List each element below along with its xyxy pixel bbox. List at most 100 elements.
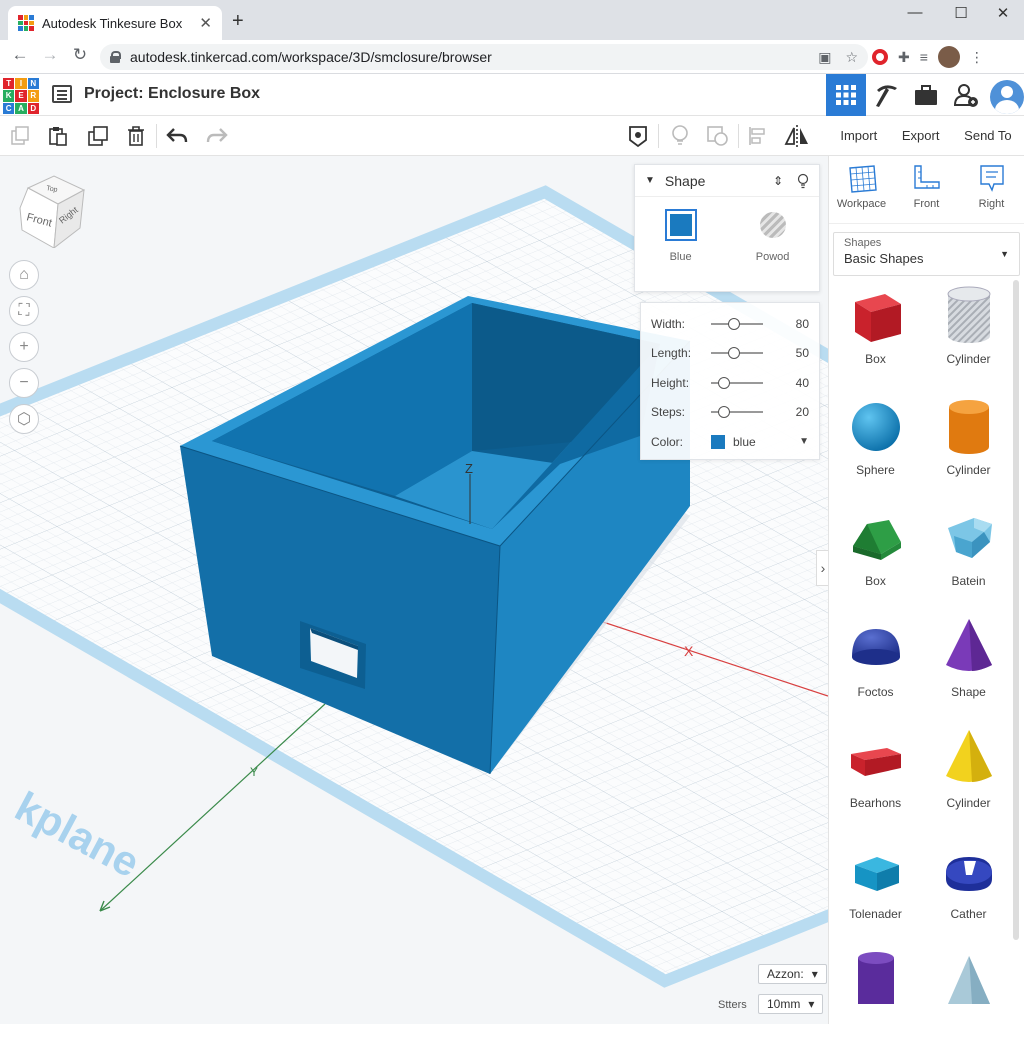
collaborate-user-button[interactable] xyxy=(946,74,986,116)
expand-panel-chevron-icon[interactable]: › xyxy=(816,550,828,586)
notes-shield-icon[interactable] xyxy=(626,124,650,148)
group-shapes-icon[interactable] xyxy=(706,124,730,148)
account-button[interactable] xyxy=(986,74,1024,116)
tinkercad-logo[interactable]: T I N K E R C A D xyxy=(3,78,39,114)
3d-viewport[interactable]: kplane X Y Z Top Front Right ⌂ ⛶ + − ⬡ ▼… xyxy=(0,156,828,1024)
solid-swatch-icon xyxy=(664,209,697,241)
shape-tile[interactable] xyxy=(829,946,922,1041)
url-input[interactable]: autodesk.tinkercad.com/workspace/3D/smcl… xyxy=(100,44,868,70)
length-slider[interactable] xyxy=(711,347,763,360)
length-slider-knob[interactable] xyxy=(728,347,741,360)
tab-title: Autodesk Tinkesure Box xyxy=(42,15,183,31)
blocks-pickaxe-button[interactable] xyxy=(866,74,906,116)
shape-library-dropdown[interactable]: Shapes Basic Shapes ▼ xyxy=(833,232,1020,276)
height-value[interactable]: 40 xyxy=(796,376,809,390)
shape-tile[interactable]: Bearhons xyxy=(829,724,922,819)
purple-cylinder-icon xyxy=(857,952,894,1004)
shape-tile[interactable]: Foctos xyxy=(829,613,922,708)
3d-design-grid-button[interactable] xyxy=(826,74,866,116)
ruler-icon xyxy=(913,165,940,189)
align-icon[interactable] xyxy=(746,124,770,148)
shape-label: Cylinder xyxy=(946,796,991,810)
height-slider[interactable] xyxy=(711,376,763,389)
import-button[interactable]: Import xyxy=(832,122,885,149)
width-value[interactable]: 80 xyxy=(796,317,809,331)
hint-lightbulb-icon[interactable] xyxy=(797,173,809,189)
close-tab-icon[interactable]: ✕ xyxy=(199,14,212,32)
width-slider-knob[interactable] xyxy=(728,317,741,330)
duplicate-icon[interactable] xyxy=(86,124,110,148)
project-list-icon[interactable] xyxy=(52,85,72,103)
lessons-briefcase-button[interactable] xyxy=(906,74,946,116)
shape-tile[interactable]: Box xyxy=(829,280,922,375)
steps-value[interactable]: 20 xyxy=(796,405,809,419)
mirror-icon[interactable] xyxy=(784,124,808,148)
browser-profile-avatar[interactable] xyxy=(937,46,960,68)
shape-tile[interactable]: Cylinder xyxy=(922,280,1015,375)
solid-option[interactable]: Blue xyxy=(664,209,697,263)
browser-tab[interactable]: Autodesk Tinkesure Box ✕ xyxy=(8,6,222,40)
redo-icon[interactable] xyxy=(204,124,228,148)
fit-view-icon[interactable]: ⛶ xyxy=(9,296,39,326)
copy-disabled-icon[interactable] xyxy=(8,124,32,148)
shape-tile[interactable] xyxy=(922,946,1015,1041)
sort-arrows-icon[interactable]: ⇕ xyxy=(773,174,783,188)
shape-tile[interactable]: Tolenader xyxy=(829,835,922,930)
shape-tile[interactable]: Cylinder xyxy=(922,391,1015,486)
zoom-in-icon[interactable]: + xyxy=(9,332,39,362)
extensions-puzzle-icon[interactable]: ✚ xyxy=(898,49,910,66)
browser-tabbar: Autodesk Tinkesure Box ✕ + — ☐ ✕ xyxy=(0,0,1024,40)
view-navigation-cube[interactable]: Top Front Right xyxy=(18,174,88,248)
shapes-grid: Box Cylinder Sphere Cylinder Box Batein … xyxy=(829,280,1015,1041)
back-icon[interactable]: ← xyxy=(8,45,32,65)
reload-icon[interactable]: ↻ xyxy=(68,45,92,65)
translate-icon[interactable]: ▣ xyxy=(818,49,831,66)
workplane-view-button[interactable]: Workpace xyxy=(832,164,892,223)
send-to-button[interactable]: Send To xyxy=(956,122,1019,149)
new-tab-icon[interactable]: + xyxy=(232,10,244,33)
undo-icon[interactable] xyxy=(166,124,190,148)
shape-tile[interactable]: Shape xyxy=(922,613,1015,708)
length-value[interactable]: 50 xyxy=(796,346,809,360)
steps-slider[interactable] xyxy=(711,406,763,419)
hole-option[interactable]: Powod xyxy=(756,209,789,263)
export-button[interactable]: Export xyxy=(894,122,948,149)
sidebar-scrollbar[interactable] xyxy=(1013,280,1019,940)
opera-extension-icon[interactable] xyxy=(872,49,888,65)
collapse-chevron-icon[interactable]: ▼ xyxy=(645,175,655,186)
home-view-icon[interactable]: ⌂ xyxy=(9,260,39,290)
shape-tile[interactable]: Batein xyxy=(922,502,1015,597)
zoom-dropdown[interactable]: Azzon: ▾ xyxy=(758,964,827,984)
show-lightbulb-icon[interactable] xyxy=(668,124,692,148)
project-title[interactable]: Project: Enclosure Box xyxy=(84,85,260,103)
media-queue-icon[interactable]: ≡ xyxy=(920,49,928,65)
shape-tile[interactable]: Sphere xyxy=(829,391,922,486)
paste-icon[interactable] xyxy=(46,124,70,148)
bookmark-star-icon[interactable]: ☆ xyxy=(845,49,858,66)
shape-panel-header[interactable]: ▼ Shape ⇕ xyxy=(635,165,819,197)
width-slider[interactable] xyxy=(711,317,763,330)
height-row: Height: 40 xyxy=(651,368,809,398)
shape-label: Batein xyxy=(951,574,986,588)
edit-toolbar xyxy=(0,116,828,156)
forward-icon[interactable]: → xyxy=(38,45,62,65)
height-slider-knob[interactable] xyxy=(718,376,730,389)
maximize-icon[interactable]: ☐ xyxy=(938,4,984,22)
perspective-cube-icon[interactable]: ⬡ xyxy=(9,404,39,434)
close-window-icon[interactable]: ✕ xyxy=(980,4,1024,22)
shape-tile[interactable]: Box xyxy=(829,502,922,597)
shape-tile[interactable]: Cylinder xyxy=(922,724,1015,819)
browser-menu-icon[interactable]: ⋮ xyxy=(970,49,984,66)
zoom-out-icon[interactable]: − xyxy=(9,368,39,398)
minimize-icon[interactable]: — xyxy=(892,4,938,21)
right-view-button[interactable]: Right xyxy=(962,164,1022,223)
shape-tile[interactable]: Cather xyxy=(922,835,1015,930)
steps-slider-knob[interactable] xyxy=(718,406,730,419)
chevron-down-icon[interactable]: ▼ xyxy=(799,436,809,447)
front-view-button[interactable]: Front xyxy=(897,164,957,223)
shape-properties-panel: Width: 80 Length: 50 Height: 40 Steps: 2… xyxy=(640,302,820,460)
delete-trash-icon[interactable] xyxy=(124,124,148,148)
color-row[interactable]: Color: blue ▼ xyxy=(651,427,809,457)
snap-grid-dropdown[interactable]: 10mm ▾ xyxy=(758,994,824,1014)
shape-label: Cylinder xyxy=(946,463,991,477)
